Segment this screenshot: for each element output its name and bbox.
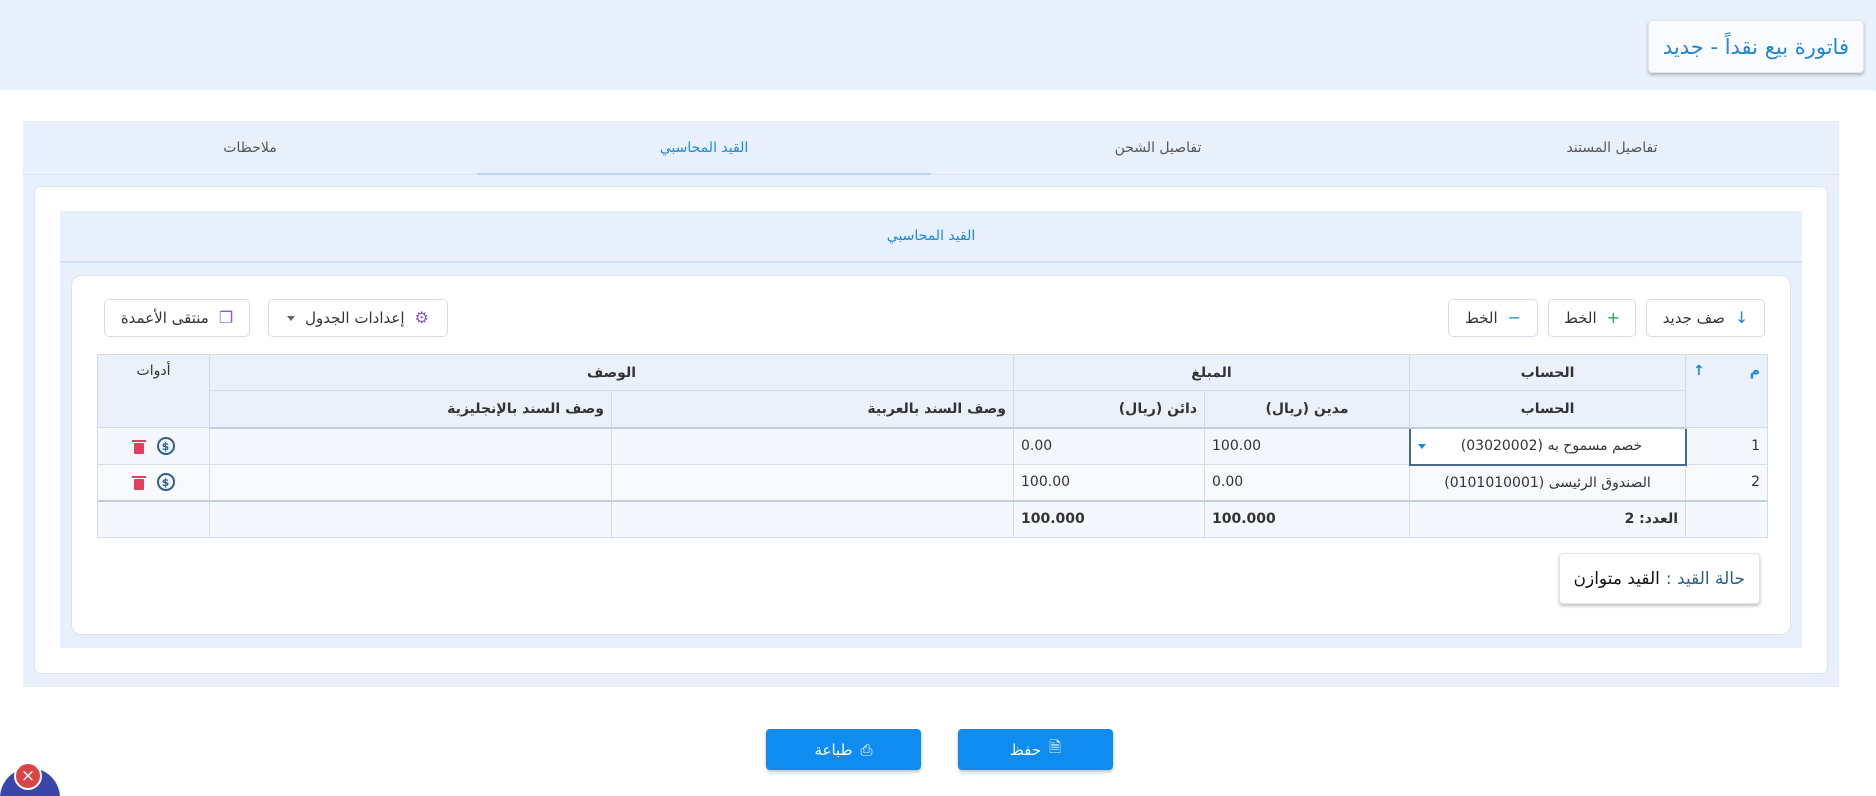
debit-header[interactable]: مدين (ريال)	[1204, 390, 1411, 429]
credit-header[interactable]: دائن (ريال)	[1013, 390, 1206, 429]
credit-total: 100.000	[1013, 499, 1206, 538]
delete-icon[interactable]	[131, 439, 146, 454]
increase-font-label: الخط	[1563, 309, 1597, 327]
plus-icon: +	[1606, 308, 1621, 327]
account-header[interactable]: الحساب	[1409, 390, 1687, 429]
columns-icon: ❐	[218, 308, 234, 327]
tab-shipping-details[interactable]: تفاصيل الشحن	[931, 121, 1385, 174]
row-tools: $	[97, 427, 210, 465]
new-row-button[interactable]: ↓ صف جديد	[1646, 299, 1765, 337]
credit-cell[interactable]: 100.00	[1013, 464, 1206, 501]
tabs-bar: تفاصيل المستند تفاصيل الشحن القيد المحاس…	[23, 121, 1839, 175]
entry-table: م ↑ الحساب المبلغ الوصف أدوات الحساب مدي…	[97, 354, 1769, 538]
index-header[interactable]: م ↑	[1685, 354, 1769, 428]
tools-header: أدوات	[97, 354, 210, 428]
decrease-font-label: الخط	[1464, 309, 1498, 327]
tabs-panel: تفاصيل المستند تفاصيل الشحن القيد المحاس…	[23, 121, 1839, 687]
desc-ar-cell[interactable]	[611, 464, 1015, 501]
table-row[interactable]: 2 الصندوق الرئيسى (0101010001) 0.00 100.…	[97, 464, 1769, 501]
file-icon: 🗎	[1049, 738, 1062, 756]
debit-total: 100.000	[1204, 499, 1411, 538]
save-label: حفظ	[1009, 740, 1042, 759]
print-label: طباعة	[814, 740, 853, 759]
currency-icon[interactable]: $	[156, 437, 175, 455]
table-settings-label: إعدادات الجدول	[305, 309, 405, 327]
arrow-up-icon[interactable]: ↑	[1693, 363, 1705, 379]
index-header-label: م	[1749, 363, 1761, 379]
debit-cell[interactable]: 0.00	[1204, 464, 1411, 501]
increase-font-button[interactable]: + الخط	[1548, 299, 1636, 337]
page-title: فاتورة بيع نقداً - جديد	[1662, 34, 1849, 59]
row-count: العدد: 2	[1409, 499, 1687, 538]
account-select[interactable]: خصم مسموح به (03020002)	[1408, 426, 1687, 466]
tab-body: القيد المحاسبي ↓ صف جديد + الخط − الخط ⚙…	[34, 186, 1828, 674]
currency-icon[interactable]: $	[156, 473, 175, 492]
account-value: خصم مسموح به (03020002)	[1460, 438, 1643, 454]
table-footer-row: العدد: 2 100.000 100.000	[97, 499, 1769, 538]
tab-document-details[interactable]: تفاصيل المستند	[1385, 121, 1839, 174]
entry-status-card: حالة القيد : القيد متوازن	[1558, 553, 1760, 604]
page-title-card: فاتورة بيع نقداً - جديد	[1647, 20, 1864, 73]
minus-icon: −	[1507, 308, 1522, 327]
page-header: فاتورة بيع نقداً - جديد	[0, 0, 1876, 90]
print-button[interactable]: ⎙ طباعة	[766, 729, 921, 770]
row-index: 2	[1685, 464, 1769, 501]
account-cell[interactable]: الصندوق الرئيسى (0101010001)	[1409, 464, 1687, 501]
entry-status-value: القيد متوازن	[1573, 568, 1660, 589]
chevron-down-icon[interactable]	[1417, 443, 1426, 449]
credit-cell[interactable]: 0.00	[1013, 427, 1206, 465]
account-group-header: الحساب	[1409, 354, 1687, 391]
amount-group-header: المبلغ	[1013, 354, 1411, 391]
delete-icon[interactable]	[131, 475, 146, 490]
chevron-down-icon	[287, 315, 296, 321]
desc-en-header[interactable]: وصف السند بالإنجليزية	[208, 390, 613, 429]
gear-icon: ⚙	[414, 308, 429, 327]
row-index: 1	[1685, 427, 1769, 465]
new-row-label: صف جديد	[1662, 309, 1725, 327]
decrease-font-button[interactable]: − الخط	[1448, 299, 1538, 337]
desc-ar-header[interactable]: وصف السند بالعربية	[611, 390, 1015, 429]
column-picker-button[interactable]: ❐ منتقى الأعمدة	[104, 299, 250, 337]
close-icon[interactable]: ×	[14, 762, 42, 790]
printer-icon: ⎙	[860, 740, 873, 759]
accounting-section: القيد المحاسبي ↓ صف جديد + الخط − الخط ⚙…	[60, 211, 1802, 648]
arrow-down-icon: ↓	[1734, 308, 1749, 327]
section-title: القيد المحاسبي	[60, 211, 1802, 263]
row-tools: $	[97, 464, 210, 501]
table-row[interactable]: 1 خصم مسموح به (03020002) 100.00 0.00 $	[97, 426, 1769, 466]
desc-en-cell[interactable]	[208, 427, 613, 465]
tab-accounting-entry[interactable]: القيد المحاسبي	[477, 121, 931, 175]
debit-cell[interactable]: 100.00	[1204, 427, 1411, 465]
table-settings-button[interactable]: ⚙ إعدادات الجدول	[268, 299, 448, 337]
main-content: تفاصيل المستند تفاصيل الشحن القيد المحاس…	[0, 90, 1876, 796]
tab-notes[interactable]: ملاحظات	[23, 121, 477, 174]
description-group-header: الوصف	[208, 354, 1015, 391]
save-button[interactable]: 🗎 حفظ	[958, 729, 1113, 770]
entry-card: ↓ صف جديد + الخط − الخط ⚙ إعدادات الجدول…	[71, 275, 1791, 635]
desc-en-cell[interactable]	[208, 464, 613, 501]
entry-status-label: حالة القيد :	[1665, 568, 1745, 589]
column-picker-label: منتقى الأعمدة	[120, 309, 209, 327]
desc-ar-cell[interactable]	[611, 427, 1015, 465]
